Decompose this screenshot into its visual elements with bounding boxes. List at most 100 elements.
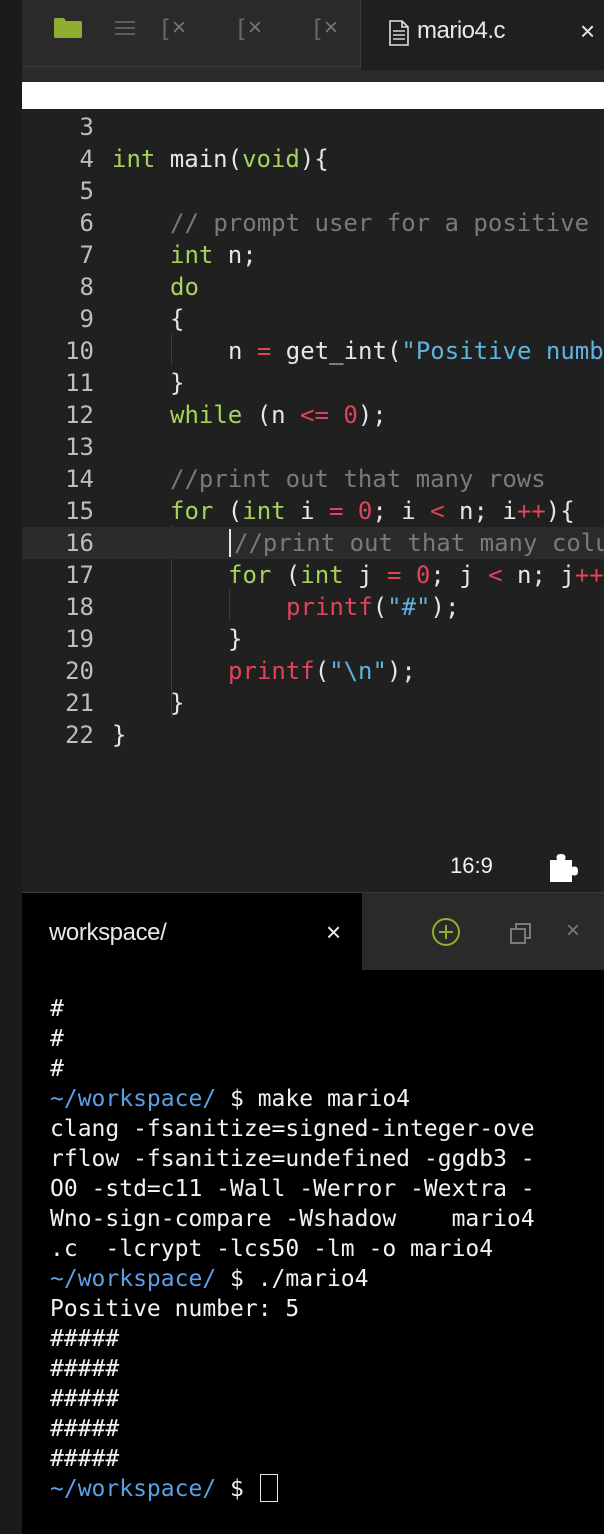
line-number: 12 [65,401,94,429]
code-line: 5 [22,175,604,207]
editor-toolbar-strip [22,82,604,109]
restore-window-icon[interactable] [509,921,533,945]
left-edge-strip [0,0,23,1534]
code-text: { [170,305,185,333]
code-text: printf("\n"); [228,657,416,685]
code-text: for (int i = 0; i < n; i++){ [170,497,575,525]
code-line: 7 int n; [22,239,604,271]
terminal-line: .c -lcrypt -lcs50 -lm -o mario4 [50,1236,494,1262]
line-number: 20 [65,657,94,685]
terminal-line: ##### [50,1356,120,1382]
code-text: printf("#"); [286,593,460,621]
tab-bracket: [ [234,15,249,43]
terminal-line: # [50,1026,64,1052]
code-line-current: 16 //print out that many colu [22,527,604,559]
code-line: 22 } [22,719,604,751]
tab-strip: [ × [ × [ × [22,0,361,67]
line-number: 19 [65,625,94,653]
terminal-prompt: ~/workspace/ [50,1476,217,1502]
terminal-output[interactable]: # # # ~/workspace/ $ make mario4 clang -… [22,970,604,1534]
line-number: 22 [65,721,94,749]
close-icon[interactable]: × [172,14,186,42]
terminal-line: # [50,996,64,1022]
cursor-position[interactable]: 16:9 [450,853,493,879]
add-terminal-icon[interactable] [431,917,461,947]
code-line: 10 n = get_int("Positive numb [22,335,604,367]
terminal-line: clang -fsanitize=signed-integer-ove [50,1116,535,1142]
close-icon[interactable]: × [324,14,338,42]
code-text: int main(void){ [112,145,329,173]
line-number: 21 [65,689,94,717]
code-text: while (n <= 0); [170,401,387,429]
terminal-cursor[interactable] [259,1474,278,1502]
line-number: 3 [79,113,94,141]
code-text: for (int j = 0; j < n; j++ [228,561,604,589]
editor-tab-bar: [ × [ × [ × mario4.c × [22,0,604,70]
close-icon[interactable]: × [580,16,595,47]
code-line: 18 printf("#"); [22,591,604,623]
close-panel-icon[interactable]: × [566,917,580,945]
line-number: 17 [65,561,94,589]
line-number: 14 [65,465,94,493]
tab-bracket: [ [158,15,173,43]
terminal-line: ##### [50,1416,120,1442]
tab-title: workspace/ [49,919,167,946]
tab-title: mario4.c [417,17,506,44]
terminal-line: # [50,1056,64,1082]
terminal-line: ~/workspace/ $ [50,1474,278,1504]
code-line: 20 printf("\n"); [22,655,604,687]
code-line: 13 [22,431,604,463]
terminal-line: ~/workspace/ $ ./mario4 [50,1266,369,1292]
terminal-line: ~/workspace/ $ make mario4 [50,1086,411,1112]
terminal-line: Wno-sign-compare -Wshadow mario4 [50,1206,535,1232]
tab-mario4-c[interactable]: mario4.c × [361,0,604,70]
code-text: do [170,273,199,301]
hamburger-menu-icon[interactable] [115,18,135,36]
editor-header-gap [22,70,604,82]
line-number: 6 [79,209,94,237]
code-editor[interactable]: 3 4 int main(void){ 5 6 // prompt user f… [22,109,604,892]
terminal-line: ##### [50,1326,120,1352]
file-icon [389,20,409,46]
collapsed-tab-2[interactable]: [ × [234,14,270,44]
code-line: 6 // prompt user for a positive [22,207,604,239]
puzzle-icon[interactable] [546,850,580,884]
collapsed-tab-1[interactable]: [ × [158,14,194,44]
line-number: 11 [65,369,94,397]
close-icon[interactable]: × [248,14,262,42]
code-text: //print out that many rows [170,465,546,493]
code-line: 8 do [22,271,604,303]
line-number: 10 [65,337,94,365]
line-number: 4 [79,145,94,173]
terminal-line: O0 -std=c11 -Wall -Werror -Wextra - [50,1176,535,1202]
code-line: 21 } [22,687,604,719]
line-number: 7 [79,241,94,269]
code-line: 3 [22,111,604,143]
code-line: 17 for (int j = 0; j < n; j++ [22,559,604,591]
terminal-line: Positive number: 5 [50,1296,300,1322]
code-text: // prompt user for a positive [170,209,590,237]
terminal-prompt: ~/workspace/ [50,1086,217,1112]
terminal-line: rflow -fsanitize=undefined -ggdb3 - [50,1146,535,1172]
folder-icon[interactable] [54,18,82,38]
code-text: } [170,369,185,397]
code-line: 14 //print out that many rows [22,463,604,495]
code-text: //print out that many colu [234,529,604,557]
code-text: } [228,625,243,653]
text-cursor [229,529,231,557]
code-text: int n; [170,241,257,269]
close-icon[interactable]: × [326,917,341,948]
code-text: n = get_int("Positive numb [228,337,604,365]
terminal-line: ##### [50,1386,120,1412]
code-line: 15 for (int i = 0; i < n; i++){ [22,495,604,527]
tab-workspace[interactable]: workspace/ × [22,893,362,971]
line-number: 9 [79,305,94,333]
terminal-prompt: ~/workspace/ [50,1266,217,1292]
code-line: 9 { [22,303,604,335]
tab-bracket: [ [310,15,325,43]
line-number: 13 [65,433,94,461]
code-line: 11 } [22,367,604,399]
line-number: 5 [79,177,94,205]
line-number: 15 [65,497,94,525]
collapsed-tab-3[interactable]: [ × [310,14,346,44]
